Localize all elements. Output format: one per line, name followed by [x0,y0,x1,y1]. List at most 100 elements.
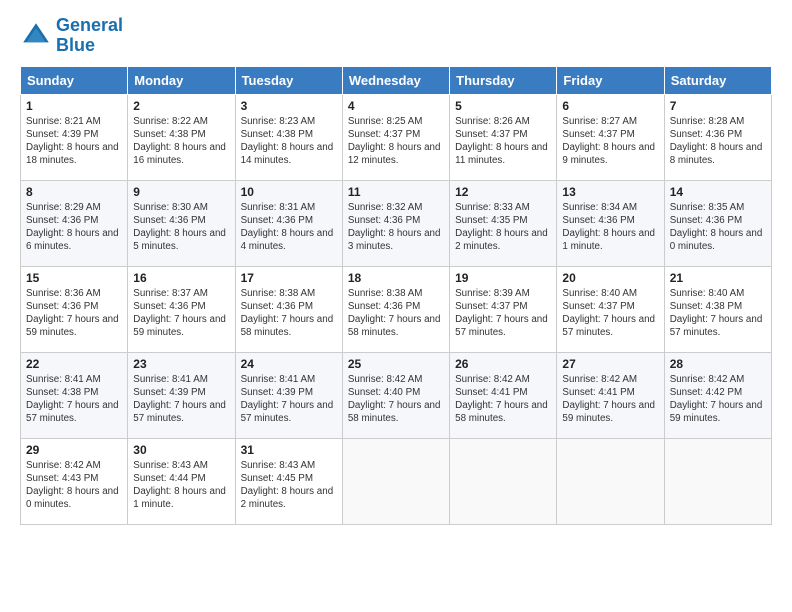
calendar-cell: 5 Sunrise: 8:26 AMSunset: 4:37 PMDaylight… [450,94,557,180]
calendar-week-4: 22Sunrise: 8:41 AMSunset: 4:38 PMDayligh… [21,352,772,438]
day-info: Sunrise: 8:37 AMSunset: 4:36 PMDaylight:… [133,287,229,340]
calendar-cell [557,438,664,524]
day-number: 4 [348,99,444,113]
day-number: 19 [455,271,551,285]
logo-text: General Blue [56,16,123,56]
calendar-cell: 20Sunrise: 8:40 AMSunset: 4:37 PMDayligh… [557,266,664,352]
day-number: 3 [241,99,337,113]
calendar-cell: 30 Sunrise: 8:43 AMSunset: 4:44 PMDayligh… [128,438,235,524]
calendar-cell: 8 Sunrise: 8:29 AMSunset: 4:36 PMDaylight… [21,180,128,266]
calendar-cell: 31 Sunrise: 8:43 AMSunset: 4:45 PMDayligh… [235,438,342,524]
day-info: Sunrise: 8:38 AMSunset: 4:36 PMDaylight:… [241,287,337,340]
header: General Blue [20,16,772,56]
day-number: 22 [26,357,122,371]
day-number: 11 [348,185,444,199]
calendar-cell: 14Sunrise: 8:35 AMSunset: 4:36 PMDayligh… [664,180,771,266]
calendar-cell: 1 Sunrise: 8:21 AMSunset: 4:39 PMDaylight… [21,94,128,180]
weekday-header-thursday: Thursday [450,66,557,94]
calendar-cell: 2Sunrise: 8:22 AMSunset: 4:38 PMDaylight… [128,94,235,180]
day-info: Sunrise: 8:36 AMSunset: 4:36 PMDaylight:… [26,287,122,340]
day-number: 17 [241,271,337,285]
day-number: 30 [133,443,229,457]
calendar-cell: 28 Sunrise: 8:42 AMSunset: 4:42 PMDayligh… [664,352,771,438]
day-info: Sunrise: 8:28 AMSunset: 4:36 PMDaylight:… [670,115,766,168]
day-number: 26 [455,357,551,371]
day-info: Sunrise: 8:35 AMSunset: 4:36 PMDaylight:… [670,201,766,254]
calendar-cell: 9 Sunrise: 8:30 AMSunset: 4:36 PMDaylight… [128,180,235,266]
day-info: Sunrise: 8:41 AMSunset: 4:39 PMDaylight:… [133,373,229,426]
weekday-header-tuesday: Tuesday [235,66,342,94]
day-number: 27 [562,357,658,371]
day-info: Sunrise: 8:42 AMSunset: 4:43 PMDaylight:… [26,459,122,512]
day-info: Sunrise: 8:21 AMSunset: 4:39 PMDaylight:… [26,115,122,168]
day-number: 7 [670,99,766,113]
day-info: Sunrise: 8:34 AMSunset: 4:36 PMDaylight:… [562,201,658,254]
day-number: 8 [26,185,122,199]
weekday-header-wednesday: Wednesday [342,66,449,94]
calendar-cell: 12 Sunrise: 8:33 AMSunset: 4:35 PMDayligh… [450,180,557,266]
calendar-cell: 16 Sunrise: 8:37 AMSunset: 4:36 PMDayligh… [128,266,235,352]
calendar-cell: 26 Sunrise: 8:42 AMSunset: 4:41 PMDayligh… [450,352,557,438]
day-number: 1 [26,99,122,113]
day-number: 31 [241,443,337,457]
weekday-header-friday: Friday [557,66,664,94]
calendar-week-2: 8 Sunrise: 8:29 AMSunset: 4:36 PMDaylight… [21,180,772,266]
day-info: Sunrise: 8:22 AMSunset: 4:38 PMDaylight:… [133,115,229,168]
day-number: 16 [133,271,229,285]
day-info: Sunrise: 8:43 AMSunset: 4:45 PMDaylight:… [241,459,337,512]
calendar-cell: 22Sunrise: 8:41 AMSunset: 4:38 PMDayligh… [21,352,128,438]
day-info: Sunrise: 8:31 AMSunset: 4:36 PMDaylight:… [241,201,337,254]
day-info: Sunrise: 8:25 AMSunset: 4:37 PMDaylight:… [348,115,444,168]
calendar-cell: 25 Sunrise: 8:42 AMSunset: 4:40 PMDayligh… [342,352,449,438]
calendar-cell: 10Sunrise: 8:31 AMSunset: 4:36 PMDayligh… [235,180,342,266]
calendar-cell [664,438,771,524]
day-number: 21 [670,271,766,285]
calendar-cell: 3 Sunrise: 8:23 AMSunset: 4:38 PMDaylight… [235,94,342,180]
day-number: 25 [348,357,444,371]
day-info: Sunrise: 8:23 AMSunset: 4:38 PMDaylight:… [241,115,337,168]
calendar-cell: 13 Sunrise: 8:34 AMSunset: 4:36 PMDayligh… [557,180,664,266]
calendar-cell: 7 Sunrise: 8:28 AMSunset: 4:36 PMDaylight… [664,94,771,180]
day-info: Sunrise: 8:40 AMSunset: 4:38 PMDaylight:… [670,287,766,340]
day-info: Sunrise: 8:42 AMSunset: 4:42 PMDaylight:… [670,373,766,426]
calendar-cell: 11 Sunrise: 8:32 AMSunset: 4:36 PMDayligh… [342,180,449,266]
day-info: Sunrise: 8:43 AMSunset: 4:44 PMDaylight:… [133,459,229,512]
calendar-week-3: 15Sunrise: 8:36 AMSunset: 4:36 PMDayligh… [21,266,772,352]
day-number: 5 [455,99,551,113]
calendar-cell: 27 Sunrise: 8:42 AMSunset: 4:41 PMDayligh… [557,352,664,438]
calendar-header: SundayMondayTuesdayWednesdayThursdayFrid… [21,66,772,94]
calendar-cell: 17 Sunrise: 8:38 AMSunset: 4:36 PMDayligh… [235,266,342,352]
day-info: Sunrise: 8:26 AMSunset: 4:37 PMDaylight:… [455,115,551,168]
calendar-week-1: 1 Sunrise: 8:21 AMSunset: 4:39 PMDaylight… [21,94,772,180]
day-info: Sunrise: 8:30 AMSunset: 4:36 PMDaylight:… [133,201,229,254]
day-number: 28 [670,357,766,371]
day-info: Sunrise: 8:33 AMSunset: 4:35 PMDaylight:… [455,201,551,254]
day-number: 9 [133,185,229,199]
day-number: 6 [562,99,658,113]
weekday-header-saturday: Saturday [664,66,771,94]
day-info: Sunrise: 8:38 AMSunset: 4:36 PMDaylight:… [348,287,444,340]
calendar-cell: 18Sunrise: 8:38 AMSunset: 4:36 PMDayligh… [342,266,449,352]
weekday-header-monday: Monday [128,66,235,94]
calendar-cell: 29 Sunrise: 8:42 AMSunset: 4:43 PMDayligh… [21,438,128,524]
day-info: Sunrise: 8:42 AMSunset: 4:41 PMDaylight:… [455,373,551,426]
day-info: Sunrise: 8:42 AMSunset: 4:40 PMDaylight:… [348,373,444,426]
day-info: Sunrise: 8:39 AMSunset: 4:37 PMDaylight:… [455,287,551,340]
day-info: Sunrise: 8:27 AMSunset: 4:37 PMDaylight:… [562,115,658,168]
calendar-cell: 21 Sunrise: 8:40 AMSunset: 4:38 PMDayligh… [664,266,771,352]
calendar-table: SundayMondayTuesdayWednesdayThursdayFrid… [20,66,772,525]
day-info: Sunrise: 8:41 AMSunset: 4:39 PMDaylight:… [241,373,337,426]
calendar-cell: 6 Sunrise: 8:27 AMSunset: 4:37 PMDaylight… [557,94,664,180]
day-info: Sunrise: 8:42 AMSunset: 4:41 PMDaylight:… [562,373,658,426]
weekday-row: SundayMondayTuesdayWednesdayThursdayFrid… [21,66,772,94]
day-number: 29 [26,443,122,457]
calendar-cell: 24Sunrise: 8:41 AMSunset: 4:39 PMDayligh… [235,352,342,438]
day-number: 13 [562,185,658,199]
day-info: Sunrise: 8:29 AMSunset: 4:36 PMDaylight:… [26,201,122,254]
day-number: 20 [562,271,658,285]
day-info: Sunrise: 8:32 AMSunset: 4:36 PMDaylight:… [348,201,444,254]
calendar-body: 1 Sunrise: 8:21 AMSunset: 4:39 PMDaylight… [21,94,772,524]
day-number: 12 [455,185,551,199]
calendar-cell: 15Sunrise: 8:36 AMSunset: 4:36 PMDayligh… [21,266,128,352]
logo: General Blue [20,16,123,56]
